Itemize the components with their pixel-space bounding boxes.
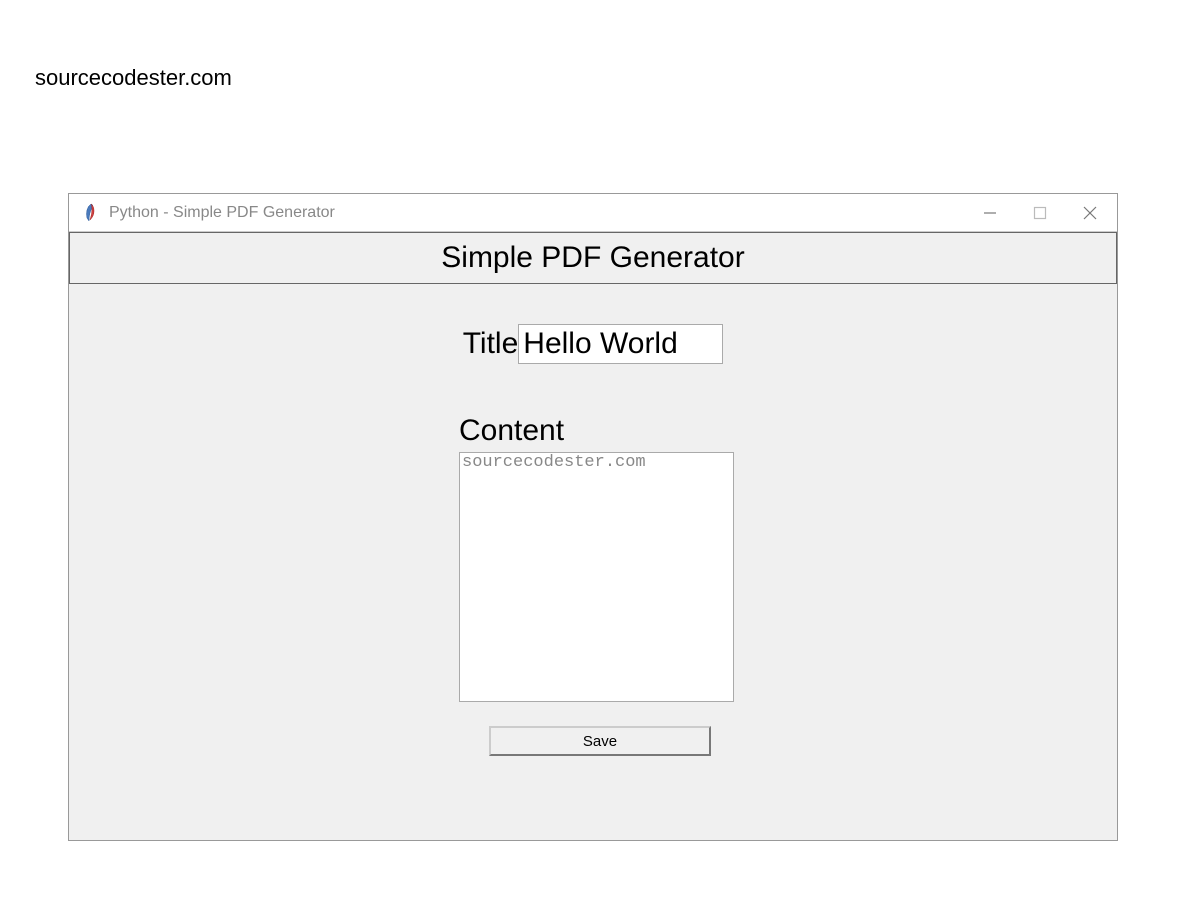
tk-feather-icon (83, 203, 99, 223)
app-heading: Simple PDF Generator (69, 232, 1117, 284)
window-title: Python - Simple PDF Generator (109, 204, 981, 222)
content-section: Content Save (459, 414, 1117, 756)
save-button[interactable]: Save (489, 726, 711, 756)
title-input[interactable] (518, 324, 723, 364)
form-area: Title Content Save (69, 284, 1117, 756)
close-icon[interactable] (1081, 204, 1099, 222)
window-controls (981, 204, 1099, 222)
content-textarea[interactable] (459, 452, 734, 702)
application-window: Python - Simple PDF Generator Simple PDF… (68, 193, 1118, 841)
content-label: Content (459, 414, 1117, 448)
title-label: Title (463, 327, 519, 361)
page-source-label: sourcecodester.com (35, 65, 232, 91)
window-titlebar[interactable]: Python - Simple PDF Generator (69, 194, 1117, 232)
minimize-icon[interactable] (981, 204, 999, 222)
title-row: Title (69, 324, 1117, 364)
maximize-icon[interactable] (1031, 204, 1049, 222)
